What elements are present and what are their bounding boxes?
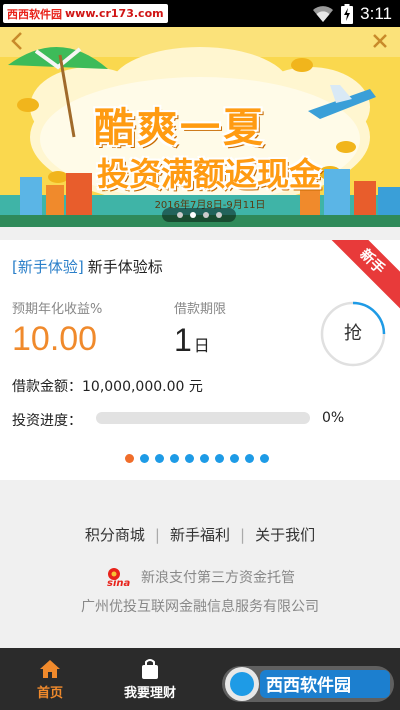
term-value-group: 1日	[174, 322, 210, 359]
rate-label: 预期年化收益%	[12, 302, 103, 317]
product-pager-dot[interactable]	[140, 454, 149, 463]
term-unit: 日	[193, 338, 210, 355]
sina-logo-text: sina	[107, 578, 130, 588]
footer-separator: |	[154, 526, 160, 544]
rate-value: 10.00	[12, 320, 98, 358]
amount-label: 借款金额：	[12, 379, 82, 395]
close-icon	[373, 34, 387, 48]
product-pager-dot[interactable]	[125, 454, 134, 463]
nav-home[interactable]: 首页	[0, 648, 100, 710]
company-name: 广州优投互联网金融信息服务有限公司	[81, 599, 319, 615]
footer-separator: |	[240, 526, 246, 544]
banner-pager-dot[interactable]	[202, 212, 209, 218]
product-pager-dot[interactable]	[245, 454, 254, 463]
nav-home-label: 首页	[36, 686, 63, 701]
progress-bar	[96, 412, 310, 424]
progress-percent: 0%	[322, 410, 345, 426]
watermark-logo-text: 西西软件园	[266, 675, 351, 696]
product-pager-dot[interactable]	[260, 454, 269, 463]
back-button[interactable]	[6, 29, 30, 53]
product-pager-dot[interactable]	[185, 454, 194, 463]
promo-banner[interactable]: 酷爽一夏 投资满额返现金 2016年7月8日-9月11日	[0, 27, 400, 227]
custody-row: sina 新浪支付第三方资金托管	[0, 566, 400, 588]
chevron-left-icon	[11, 32, 22, 50]
sina-logo-icon: sina	[107, 568, 130, 588]
custody-text: 新浪支付第三方资金托管	[141, 570, 295, 586]
watermark-url: www.cr173.com	[65, 7, 164, 20]
grab-button[interactable]: 抢	[320, 301, 386, 367]
product-pager-dot[interactable]	[170, 454, 179, 463]
clock: 3:11	[360, 3, 392, 23]
progress-label: 投资进度：	[12, 413, 82, 429]
banner-pager-dot[interactable]	[189, 212, 196, 218]
nav-invest[interactable]: 我要理财	[100, 648, 200, 710]
home-icon	[40, 660, 60, 678]
banner-pager[interactable]	[162, 208, 236, 222]
banner-pager-dot[interactable]	[176, 212, 183, 218]
term-label: 借款期限	[174, 302, 227, 317]
nav-invest-label: 我要理财	[123, 686, 176, 701]
product-pager-dot[interactable]	[155, 454, 164, 463]
product-tag: [新手体验]	[12, 258, 84, 276]
banner-subheadline: 投资满额返现金	[96, 155, 321, 193]
footer-links: 积分商城 | 新手福利 | 关于我们	[0, 524, 400, 545]
product-name: 新手体验标	[87, 258, 163, 276]
term-value: 1	[174, 322, 192, 358]
product-pager-dot[interactable]	[200, 454, 209, 463]
battery-charging-icon	[341, 3, 354, 24]
close-button[interactable]	[368, 29, 392, 53]
amount-row: 借款金额：10,000,000.00 元	[12, 376, 203, 396]
product-card[interactable]: [新手体验] 新手体验标 新手 预期年化收益% 10.00 借款期限 1日 抢 借…	[0, 240, 400, 480]
wifi-icon	[313, 5, 334, 22]
banner-headline: 酷爽一夏	[94, 105, 266, 151]
status-bar: 西西软件园 www.cr173.com 3:11	[0, 0, 400, 27]
watermark-badge: 西西软件园 www.cr173.com	[3, 4, 168, 23]
amount-value: 10,000,000.00 元	[82, 379, 203, 395]
shopping-bag-icon	[142, 659, 158, 679]
watermark-site-name: 西西软件园	[7, 7, 62, 21]
product-pager[interactable]	[125, 454, 269, 463]
footer-link[interactable]: 新手福利	[170, 526, 230, 544]
watermark-logo: 西西软件园	[222, 666, 394, 702]
footer-link[interactable]: 积分商城	[85, 526, 145, 544]
banner-pager-dot[interactable]	[215, 212, 222, 218]
product-title: [新手体验] 新手体验标	[12, 256, 163, 277]
footer-link[interactable]: 关于我们	[255, 526, 315, 544]
product-pager-dot[interactable]	[230, 454, 239, 463]
product-pager-dot[interactable]	[215, 454, 224, 463]
